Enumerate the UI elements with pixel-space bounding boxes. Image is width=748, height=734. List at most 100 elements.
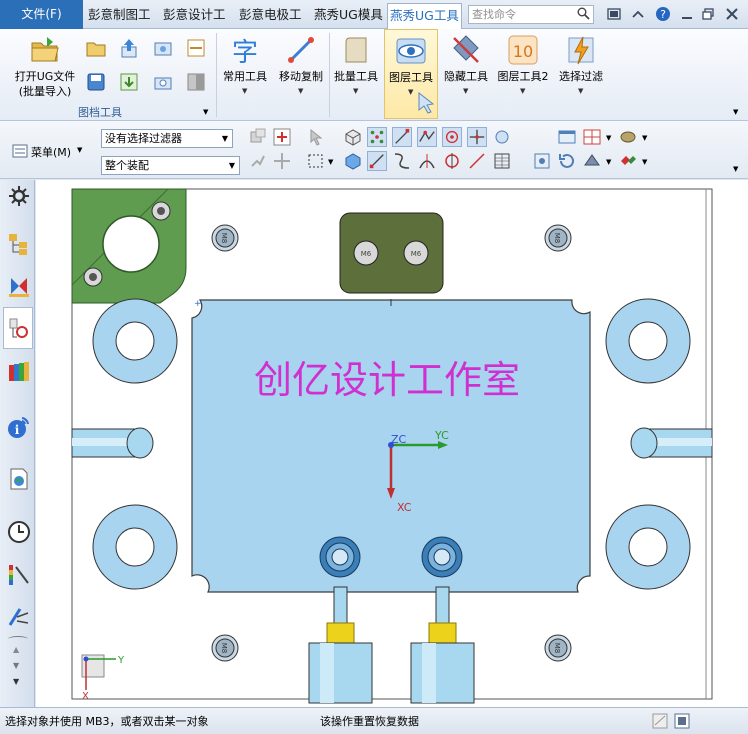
scroll-down-icon[interactable]: ▼: [13, 661, 19, 670]
center-point-icon[interactable]: [442, 127, 462, 147]
search-placeholder: 查找命令: [472, 8, 516, 21]
fullscreen-icon[interactable]: [674, 713, 690, 729]
graphics-window[interactable]: M6 M6 M8 M8 M8 M8 + 创亿设计工作室 ZC YC XC Y X: [36, 180, 748, 707]
solid-body-icon[interactable]: [343, 127, 363, 147]
fit-view-icon[interactable]: [532, 151, 552, 171]
menu-dropdown-icon[interactable]: ▼: [77, 146, 82, 154]
gray-pointer-icon[interactable]: [306, 127, 326, 147]
svg-text:字: 字: [232, 38, 258, 66]
origin-plus-mark: +: [194, 299, 202, 309]
view-window-icon[interactable]: [557, 127, 577, 147]
open-icon[interactable]: [85, 37, 107, 59]
web-browser-icon[interactable]: [7, 467, 31, 491]
close-icon[interactable]: [724, 6, 740, 22]
minimize-icon[interactable]: [679, 6, 695, 22]
gray-assembly-icon[interactable]: [248, 127, 268, 147]
common-tools-button[interactable]: 字 常用工具 ▼: [218, 29, 272, 119]
camera-icon[interactable]: [152, 71, 174, 93]
layer-tools-button[interactable]: 图层工具 ▼: [384, 29, 438, 119]
tab-electrode-tools[interactable]: 彭意电极工: [237, 3, 308, 29]
svg-text:M8: M8: [553, 643, 561, 654]
yc-label: YC: [434, 429, 449, 442]
tangent-snap-icon[interactable]: [417, 151, 437, 171]
layer-tools-2-button[interactable]: 10 图层工具2 ▼: [495, 29, 551, 119]
shaded-sphere-icon[interactable]: [618, 127, 638, 147]
expand-bar-icon[interactable]: ▼: [13, 677, 19, 686]
rectangle-select-icon[interactable]: [306, 151, 326, 171]
orient-view-icon[interactable]: [582, 151, 602, 171]
rotate-view-icon[interactable]: [557, 151, 577, 171]
settings-gear-icon[interactable]: [7, 184, 31, 208]
batch-tools-button[interactable]: 批量工具 ▼: [330, 29, 382, 119]
end-point-icon[interactable]: [392, 127, 412, 147]
collapse-ribbon-icon[interactable]: [630, 6, 646, 22]
guide-ring-bottom-right: [605, 504, 691, 590]
line-snap-icon[interactable]: [367, 151, 387, 171]
mid-point-icon[interactable]: [417, 127, 437, 147]
chevron-down-icon[interactable]: ▼: [642, 158, 647, 166]
tab-yanxiu-mold[interactable]: 燕秀UG模具: [312, 3, 383, 29]
mouse-cursor-icon: [418, 92, 435, 114]
group-expand-icon[interactable]: ▼: [203, 108, 208, 116]
roles-icon[interactable]: [7, 605, 31, 629]
scroll-up-icon[interactable]: ▲: [13, 645, 19, 654]
restore-icon[interactable]: [700, 6, 716, 22]
part-navigator-tab[interactable]: [3, 307, 33, 349]
command-search-input[interactable]: 查找命令: [468, 5, 594, 24]
history-clock-icon[interactable]: [7, 520, 31, 544]
layout-grid-icon[interactable]: [582, 127, 602, 147]
gray-arrow-icon[interactable]: [248, 151, 268, 171]
green-block-hole: [102, 215, 160, 273]
status-bar: 选择对象并使用 MB3，或者双击某一对象 该操作重置恢复数据: [0, 707, 748, 734]
chevron-down-icon[interactable]: ▼: [606, 158, 611, 166]
open-ug-file-label: 打开UG文件: [14, 70, 76, 83]
export-icon[interactable]: [185, 37, 207, 59]
quadrant-point-icon[interactable]: [492, 127, 512, 147]
blue-cube-icon[interactable]: [343, 151, 363, 171]
chevron-down-icon[interactable]: ▼: [328, 158, 333, 166]
save-icon[interactable]: [85, 71, 107, 93]
curve-snap-icon[interactable]: [392, 151, 412, 171]
snap-points-icon[interactable]: [367, 127, 387, 147]
reuse-library-icon[interactable]: [7, 360, 31, 384]
circle-snap-icon[interactable]: [442, 151, 462, 171]
svg-text:?: ?: [660, 8, 666, 21]
part-view-icon[interactable]: [152, 37, 174, 59]
import-icon[interactable]: [118, 71, 140, 93]
constraint-navigator-icon[interactable]: [7, 274, 31, 298]
selection-filter-button[interactable]: 选择过滤 ▼: [553, 29, 609, 119]
selection-filter-select[interactable]: 没有选择过滤器 ▼: [101, 129, 233, 148]
diagonal-snap-icon[interactable]: [467, 151, 487, 171]
gray-move-icon[interactable]: [272, 151, 292, 171]
file-menu-tab[interactable]: 文件(F): [0, 0, 83, 29]
assembly-navigator-icon[interactable]: [7, 232, 31, 256]
fitting-label: M6: [361, 250, 372, 258]
help-icon[interactable]: ?: [655, 6, 671, 22]
chevron-down-icon[interactable]: ▼: [606, 134, 611, 142]
layer-tools-2-label: 图层工具2: [497, 70, 549, 83]
selection-status-icon[interactable]: [652, 713, 668, 729]
hide-tools-icon: [453, 35, 479, 63]
upload-icon[interactable]: [118, 37, 140, 59]
display-mode-icon[interactable]: [618, 151, 638, 171]
move-copy-button[interactable]: 移动复制 ▼: [274, 29, 328, 119]
tab-drawing-tools[interactable]: 彭意制图工: [86, 3, 157, 29]
toolbar-options-icon[interactable]: ▼: [733, 165, 738, 173]
tab-yanxiu-tools[interactable]: 燕秀UG工具: [387, 3, 462, 29]
info-icon[interactable]: i: [7, 415, 31, 439]
ribbon-options-icon[interactable]: ▼: [733, 108, 738, 116]
grid-snap-icon[interactable]: [492, 151, 512, 171]
hide-tools-button[interactable]: 隐藏工具 ▼: [439, 29, 493, 119]
window-layout-icon[interactable]: [606, 6, 622, 22]
assembly-scope-select[interactable]: 整个装配 ▼: [101, 156, 240, 175]
gray-block-icon[interactable]: [185, 71, 207, 93]
guide-ring-top-right: [605, 298, 691, 384]
intersection-point-icon[interactable]: [467, 127, 487, 147]
menu-button[interactable]: 菜单(M): [31, 144, 71, 160]
select-point-icon[interactable]: [272, 127, 292, 147]
tab-design-tools[interactable]: 彭意设计工: [161, 3, 232, 29]
zc-label: ZC: [391, 433, 407, 446]
palette-icon[interactable]: [7, 563, 31, 587]
separator-icon: [8, 636, 28, 642]
chevron-down-icon[interactable]: ▼: [642, 134, 647, 142]
